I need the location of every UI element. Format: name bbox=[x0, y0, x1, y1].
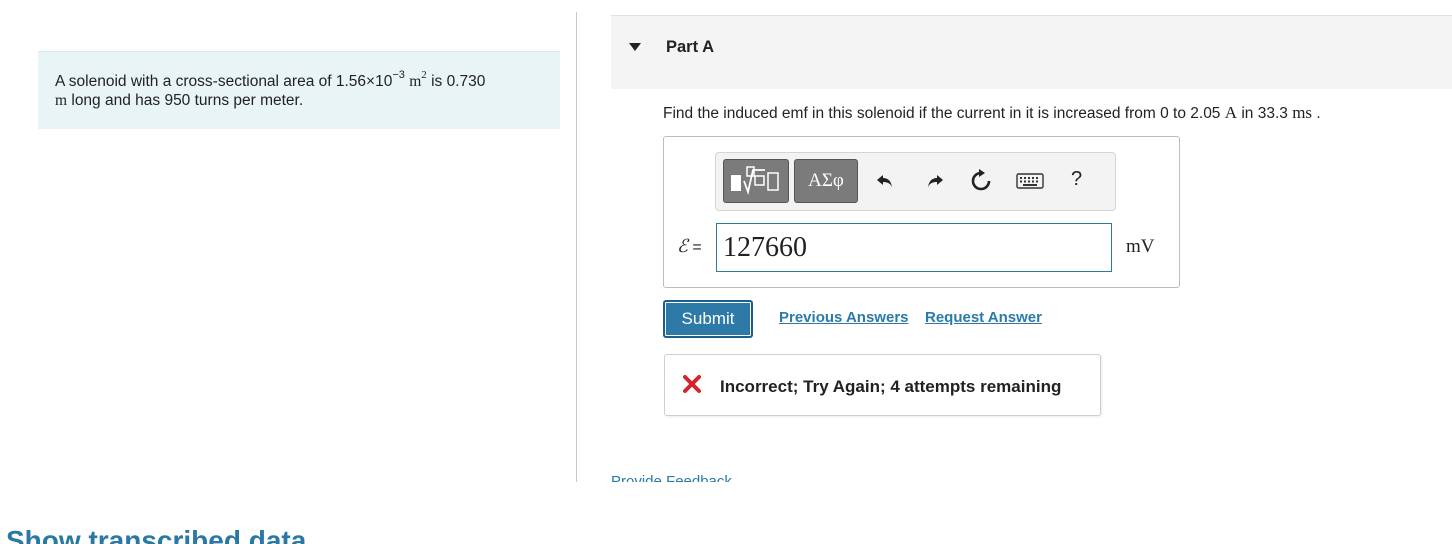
show-transcribed-text: Show transcribed data bbox=[6, 525, 307, 544]
provide-feedback-text: Provide Feedback bbox=[611, 473, 732, 482]
redo-icon[interactable] bbox=[923, 169, 947, 193]
request-answer-link[interactable]: Request Answer bbox=[925, 309, 1042, 326]
feedback-box: Incorrect; Try Again; 4 attempts remaini… bbox=[664, 354, 1101, 416]
greek-symbols-button[interactable]: ΑΣφ bbox=[794, 159, 858, 203]
problem-line-2: m long and has 950 turns per meter. bbox=[55, 91, 542, 110]
previous-answers-link[interactable]: Previous Answers bbox=[779, 309, 909, 326]
question-pre: Find the induced emf in this solenoid if… bbox=[663, 105, 1225, 122]
answer-box: ΑΣφ ? ℰ = mV bbox=[663, 136, 1180, 288]
answer-unit: mV bbox=[1126, 236, 1155, 257]
part-title: Part A bbox=[666, 38, 714, 56]
help-button[interactable]: ? bbox=[1071, 168, 1082, 191]
unit-m-2: m bbox=[55, 92, 68, 109]
question-mid: in 33.3 bbox=[1237, 105, 1293, 122]
feedback-text: Incorrect; Try Again; 4 attempts remaini… bbox=[720, 377, 1062, 396]
collapse-caret-icon[interactable] bbox=[629, 43, 641, 51]
reset-icon[interactable] bbox=[969, 169, 993, 193]
problem-text-mid: is 0.730 bbox=[426, 73, 486, 90]
keyboard-icon[interactable] bbox=[1016, 169, 1044, 193]
fraction-sqrt-icon bbox=[731, 166, 779, 196]
column-divider bbox=[576, 12, 577, 482]
unit-ms: ms bbox=[1292, 103, 1313, 122]
problem-text: A solenoid with a cross-sectional area o… bbox=[55, 73, 393, 90]
emf-label: ℰ = bbox=[677, 236, 702, 257]
question-text: Find the induced emf in this solenoid if… bbox=[663, 103, 1321, 123]
templates-button[interactable] bbox=[723, 159, 789, 203]
undo-icon[interactable] bbox=[873, 169, 897, 193]
math-toolbar: ΑΣφ ? bbox=[715, 152, 1116, 211]
emf-symbol: ℰ bbox=[677, 236, 688, 256]
equals-sign: = bbox=[687, 239, 702, 256]
problem-statement: A solenoid with a cross-sectional area o… bbox=[38, 51, 560, 129]
part-header[interactable]: Part A bbox=[611, 15, 1452, 89]
unit-exponent: 2 bbox=[421, 68, 427, 81]
unit-ampere: A bbox=[1224, 103, 1238, 122]
problem-text-2: long and has 950 turns per meter. bbox=[67, 92, 304, 109]
show-transcribed-data-link[interactable]: Show transcribed data bbox=[6, 524, 306, 544]
unit-m: m bbox=[409, 73, 422, 90]
question-post: . bbox=[1312, 105, 1321, 122]
exponent: −3 bbox=[392, 68, 405, 81]
submit-button[interactable]: Submit bbox=[663, 300, 753, 338]
answer-input[interactable] bbox=[716, 223, 1112, 272]
provide-feedback-link[interactable]: Provide Feedback bbox=[611, 470, 732, 482]
problem-line-1: A solenoid with a cross-sectional area o… bbox=[55, 68, 542, 91]
x-icon bbox=[682, 374, 702, 399]
